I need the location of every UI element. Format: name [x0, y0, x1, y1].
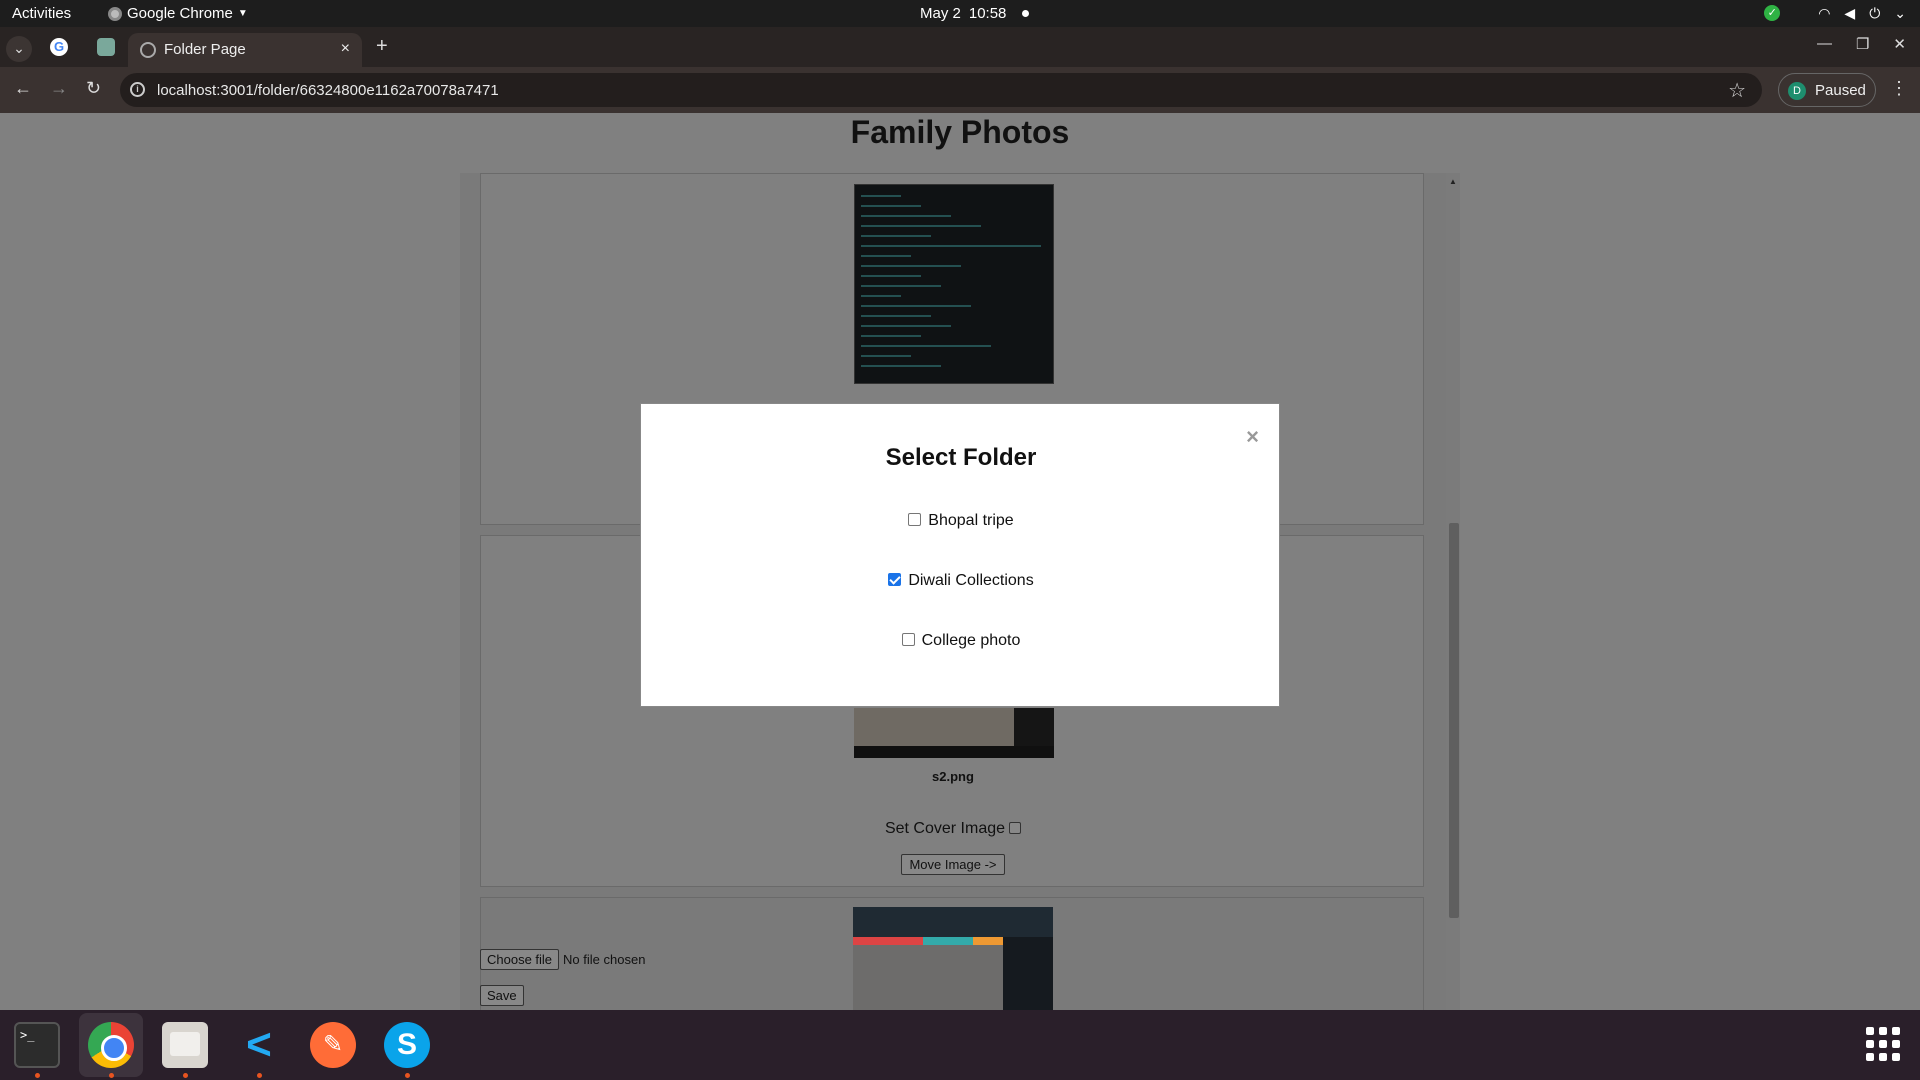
running-indicator	[257, 1073, 262, 1078]
image-filename: s2.png	[932, 769, 974, 784]
folder-checkbox[interactable]	[908, 513, 922, 526]
volume-icon: ◀	[1844, 5, 1856, 21]
folder-option[interactable]: Bhopal tripe	[641, 512, 1281, 530]
move-image-button[interactable]: Move Image ->	[901, 854, 1005, 875]
postman-icon[interactable]: ✎	[310, 1022, 356, 1068]
running-indicator	[109, 1073, 114, 1078]
close-window-icon[interactable]: ✕	[1893, 35, 1906, 53]
forward-arrow-icon[interactable]: →	[50, 78, 68, 99]
bookmark-star-icon[interactable]: ☆	[1728, 78, 1746, 103]
running-indicator	[183, 1073, 188, 1078]
set-cover-label: Set Cover Image	[884, 820, 1006, 837]
files-icon[interactable]	[162, 1022, 208, 1068]
running-indicator	[35, 1073, 40, 1078]
pinned-tab-icon[interactable]	[97, 38, 115, 56]
maximize-icon[interactable]: ❐	[1856, 35, 1869, 53]
choose-file-button[interactable]: Choose file	[480, 949, 560, 970]
save-button[interactable]: Save	[480, 985, 524, 1006]
set-cover-row: Set Cover Image	[481, 820, 1425, 838]
modal-title: Select Folder	[885, 444, 1037, 471]
tab-folder-page[interactable]: Folder Page ×	[128, 33, 362, 67]
skype-icon[interactable]: S	[384, 1022, 430, 1068]
kebab-menu-icon[interactable]: ⋮	[1890, 78, 1908, 99]
chrome-small-icon	[108, 6, 122, 21]
tab-strip: ⌄ G Folder Page × + — ❐ ✕	[0, 27, 1920, 67]
clock-date: May 2	[920, 5, 961, 22]
scroll-up-icon[interactable]: ▲	[1449, 177, 1457, 186]
site-info-icon[interactable]: i	[130, 82, 145, 97]
chrome-icon[interactable]	[88, 1022, 134, 1068]
wifi-icon: ◠	[1818, 5, 1831, 21]
notification-dot-icon	[1022, 10, 1030, 17]
system-top-bar: Activities Google Chrome ▼ May 2 10:58 ✓…	[0, 0, 1920, 27]
clock-time: 10:58	[968, 5, 1007, 22]
dock: >_ < ✎ S	[0, 1010, 1920, 1080]
globe-icon	[140, 42, 156, 58]
clock[interactable]: May 2 10:58	[920, 5, 1030, 22]
tab-title: Folder Page	[164, 41, 246, 58]
google-tab-icon[interactable]: G	[50, 38, 68, 56]
folder-label: Bhopal tripe	[928, 512, 1014, 529]
address-bar[interactable]: i localhost:3001/folder/66324800e1162a70…	[120, 73, 1762, 107]
running-indicator	[405, 1073, 410, 1078]
app-menu[interactable]: Google Chrome ▼	[108, 5, 248, 22]
browser-toolbar: ← → ↻ i localhost:3001/folder/66324800e1…	[0, 67, 1920, 113]
folder-label: College photo	[921, 632, 1021, 649]
caret-down-icon: ▼	[237, 8, 248, 19]
profile-status: Paused	[1815, 82, 1866, 99]
scrollbar[interactable]: ▲	[1446, 173, 1460, 1010]
url-text[interactable]: localhost:3001/folder/66324800e1162a7007…	[157, 82, 499, 99]
folder-option[interactable]: Diwali Collections	[641, 572, 1281, 590]
image-thumbnail[interactable]	[854, 708, 1054, 758]
file-status: No file chosen	[563, 952, 646, 967]
terminal-icon[interactable]: >_	[14, 1022, 60, 1068]
system-tray[interactable]: ✓ ◠ ◀ ⏻ ⌄	[1764, 4, 1906, 22]
new-tab-button[interactable]: +	[376, 35, 388, 58]
chevron-down-icon: ⌄	[1894, 5, 1906, 21]
tab-search-button[interactable]: ⌄	[6, 36, 32, 62]
folder-option[interactable]: College photo	[641, 632, 1281, 650]
app-menu-label: Google Chrome	[127, 5, 233, 22]
reload-icon[interactable]: ↻	[86, 78, 101, 99]
activities-button[interactable]: Activities	[12, 5, 71, 22]
power-icon: ⏻	[1869, 5, 1881, 21]
scrollbar-thumb[interactable]	[1449, 523, 1459, 918]
folder-checkbox[interactable]	[888, 573, 902, 586]
select-folder-modal: × Select Folder Bhopal tripe Diwali Coll…	[640, 403, 1280, 707]
upload-card: Choose file No file chosen Save	[480, 897, 1424, 1010]
close-tab-icon[interactable]: ×	[341, 40, 350, 58]
avatar: D	[1788, 82, 1806, 100]
vscode-icon[interactable]: <	[236, 1022, 282, 1068]
set-cover-checkbox[interactable]	[1009, 822, 1022, 834]
minimize-icon[interactable]: —	[1817, 35, 1832, 53]
back-arrow-icon[interactable]: ←	[14, 78, 32, 99]
image-thumbnail[interactable]	[853, 907, 1053, 1010]
file-input-row: Choose file No file chosen	[480, 949, 645, 970]
show-apps-icon[interactable]	[1866, 1027, 1900, 1061]
image-thumbnail[interactable]	[854, 184, 1054, 384]
window-controls: — ❐ ✕	[1817, 35, 1906, 53]
profile-button[interactable]: D Paused	[1778, 73, 1876, 107]
folder-label: Diwali Collections	[908, 572, 1034, 589]
update-shield-icon[interactable]: ✓	[1764, 5, 1781, 21]
folder-checkbox[interactable]	[901, 633, 915, 646]
page-title: Family Photos	[850, 114, 1070, 150]
